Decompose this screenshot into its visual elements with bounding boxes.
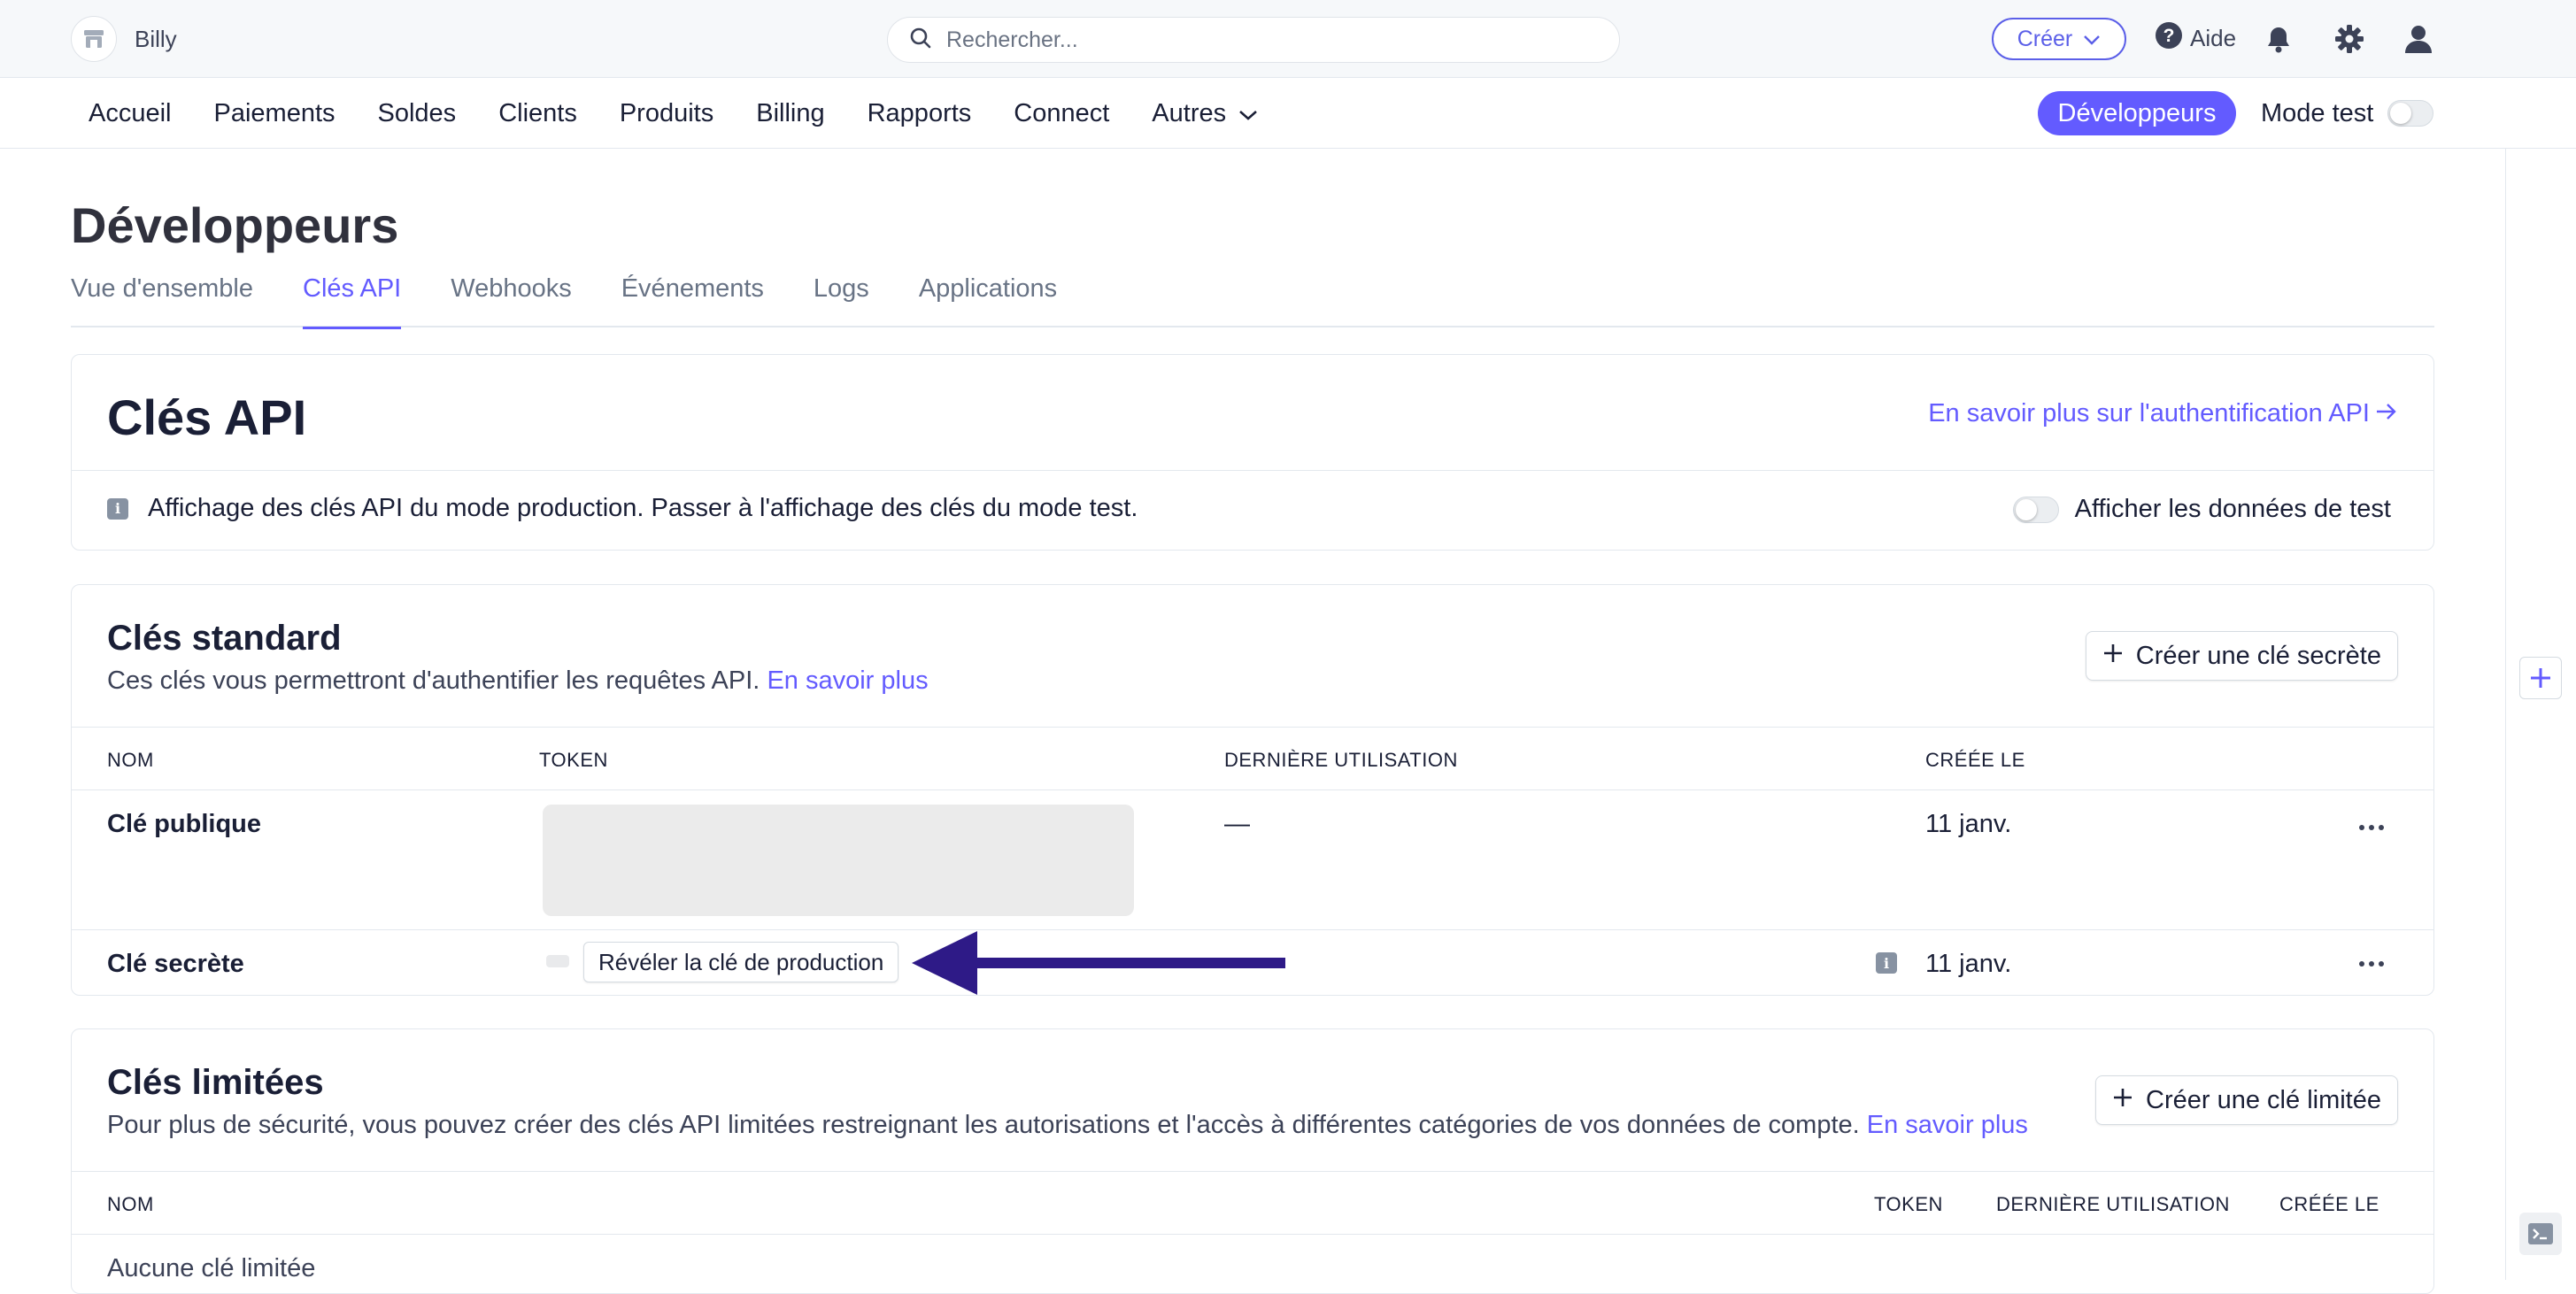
top-bar: Billy Créer ? Aide — [0, 0, 2576, 78]
restricted-keys-learn-more-link[interactable]: En savoir plus — [1867, 1111, 2028, 1139]
column-header-name: NOM — [107, 1193, 154, 1215]
info-icon: i — [107, 497, 128, 520]
api-auth-link-label: En savoir plus sur l'authentification AP… — [1928, 399, 2370, 427]
tab-applications[interactable]: Applications — [919, 274, 1057, 327]
more-options-icon[interactable] — [2354, 819, 2389, 836]
terminal-icon[interactable] — [2519, 1213, 2562, 1255]
create-restricted-key-label: Créer une clé limitée — [2146, 1085, 2381, 1114]
nav-item-balances[interactable]: Soldes — [378, 99, 457, 128]
chevron-down-icon — [1238, 99, 1258, 128]
plus-icon[interactable] — [2519, 657, 2562, 699]
create-secret-key-button[interactable]: Créer une clé secrète — [2085, 631, 2398, 681]
table-row: Clé secrète Révéler la clé de production… — [72, 930, 2433, 996]
nav-item-reports[interactable]: Rapports — [868, 99, 972, 128]
test-mode-toggle[interactable]: Mode test — [2261, 78, 2434, 149]
reveal-live-key-button[interactable]: Révéler la clé de production — [583, 942, 899, 982]
test-data-toggle-label: Afficher les données de test — [2074, 495, 2391, 523]
nav-item-more[interactable]: Autres — [1152, 99, 1258, 128]
tab-logs[interactable]: Logs — [814, 274, 869, 327]
gear-icon[interactable] — [2328, 18, 2371, 60]
api-auth-learn-more-link[interactable]: En savoir plus sur l'authentification AP… — [1928, 399, 2398, 428]
page-title: Développeurs — [71, 197, 399, 253]
svg-text:?: ? — [2163, 26, 2175, 46]
divider — [72, 470, 2433, 471]
create-button[interactable]: Créer — [1992, 18, 2126, 60]
test-mode-label: Mode test — [2261, 98, 2374, 127]
arrow-right-icon — [2375, 399, 2398, 428]
create-secret-key-label: Créer une clé secrète — [2135, 641, 2381, 670]
bell-icon[interactable] — [2257, 18, 2300, 60]
last-used-value: — — [1224, 810, 1250, 838]
standard-keys-description-text: Ces clés vous permettront d'authentifier… — [107, 666, 760, 695]
developer-tabs: Vue d'ensemble Clés API Webhooks Événeme… — [71, 274, 2434, 329]
masked-token — [546, 955, 569, 967]
search-input[interactable] — [946, 27, 1566, 53]
create-button-label: Créer — [2017, 26, 2073, 51]
toggle-switch[interactable] — [2387, 100, 2434, 127]
nav-item-products[interactable]: Produits — [620, 99, 713, 128]
nav-item-billing[interactable]: Billing — [756, 99, 824, 128]
nav-item-customers[interactable]: Clients — [498, 99, 577, 128]
account-name: Billy — [135, 25, 177, 52]
help-icon: ? — [2155, 21, 2183, 56]
created-date: 11 janv. — [1925, 950, 2012, 978]
search-bar[interactable] — [887, 17, 1620, 63]
created-date: 11 janv. — [1925, 810, 2012, 838]
production-mode-notice: i Affichage des clés API du mode product… — [107, 494, 1138, 523]
column-header-name: NOM — [107, 749, 154, 771]
store-icon — [71, 16, 117, 62]
table-header: NOM TOKEN DERNIÈRE UTILISATION CRÉÉE LE — [72, 727, 2433, 790]
restricted-keys-title: Clés limitées — [107, 1063, 324, 1102]
nav-item-more-label: Autres — [1152, 98, 1227, 127]
table-row: Clé publique — 11 janv. — [72, 790, 2433, 930]
user-icon[interactable] — [2397, 18, 2440, 60]
help-button[interactable]: ? Aide — [2155, 21, 2236, 56]
account-switcher[interactable]: Billy — [71, 16, 177, 62]
empty-state-text: Aucune clé limitée — [107, 1254, 316, 1282]
standard-keys-description: Ces clés vous permettront d'authentifier… — [107, 666, 929, 696]
column-header-created: CRÉÉE LE — [2279, 1193, 2379, 1215]
nav-item-payments[interactable]: Paiements — [214, 99, 335, 128]
right-rail — [2505, 149, 2576, 1280]
api-keys-card: Clés API En savoir plus sur l'authentifi… — [71, 354, 2434, 551]
tab-webhooks[interactable]: Webhooks — [451, 274, 572, 327]
production-mode-text: Affichage des clés API du mode productio… — [148, 494, 1138, 522]
main-nav: Accueil Paiements Soldes Clients Produit… — [0, 78, 2576, 149]
tab-overview[interactable]: Vue d'ensemble — [71, 274, 253, 327]
nav-item-home[interactable]: Accueil — [89, 99, 172, 128]
api-keys-title: Clés API — [107, 389, 307, 445]
plus-icon — [2112, 1086, 2133, 1115]
plus-icon — [2102, 642, 2124, 671]
search-icon — [909, 27, 932, 54]
column-header-last-used: DERNIÈRE UTILISATION — [1996, 1193, 2230, 1215]
column-header-token: TOKEN — [1874, 1193, 1943, 1215]
column-header-last-used: DERNIÈRE UTILISATION — [1224, 749, 1458, 771]
restricted-keys-description: Pour plus de sécurité, vous pouvez créer… — [107, 1111, 2028, 1140]
standard-keys-learn-more-link[interactable]: En savoir plus — [767, 666, 928, 695]
column-header-token: TOKEN — [539, 749, 608, 771]
more-options-icon[interactable] — [2354, 955, 2389, 973]
developers-button[interactable]: Développeurs — [2038, 91, 2236, 135]
test-data-toggle[interactable]: Afficher les données de test — [2012, 495, 2391, 524]
key-name: Clé secrète — [107, 950, 244, 978]
restricted-keys-description-text: Pour plus de sécurité, vous pouvez créer… — [107, 1111, 1860, 1139]
restricted-keys-card: Clés limitées Pour plus de sécurité, vou… — [71, 1028, 2434, 1294]
tab-api-keys[interactable]: Clés API — [303, 274, 402, 329]
standard-keys-title: Clés standard — [107, 619, 342, 658]
key-name: Clé publique — [107, 810, 261, 838]
tab-events[interactable]: Événements — [621, 274, 764, 327]
column-header-created: CRÉÉE LE — [1925, 749, 2025, 771]
table-header: NOM TOKEN DERNIÈRE UTILISATION CRÉÉE LE — [72, 1171, 2433, 1235]
info-icon[interactable]: i — [1876, 952, 1897, 974]
chevron-down-icon — [2083, 27, 2101, 52]
toggle-switch[interactable] — [2012, 496, 2059, 523]
nav-item-connect[interactable]: Connect — [1014, 99, 1109, 128]
standard-keys-card: Clés standard Ces clés vous permettront … — [71, 584, 2434, 996]
create-restricted-key-button[interactable]: Créer une clé limitée — [2095, 1075, 2398, 1125]
publishable-key-token[interactable] — [543, 805, 1134, 916]
help-label: Aide — [2190, 25, 2237, 51]
